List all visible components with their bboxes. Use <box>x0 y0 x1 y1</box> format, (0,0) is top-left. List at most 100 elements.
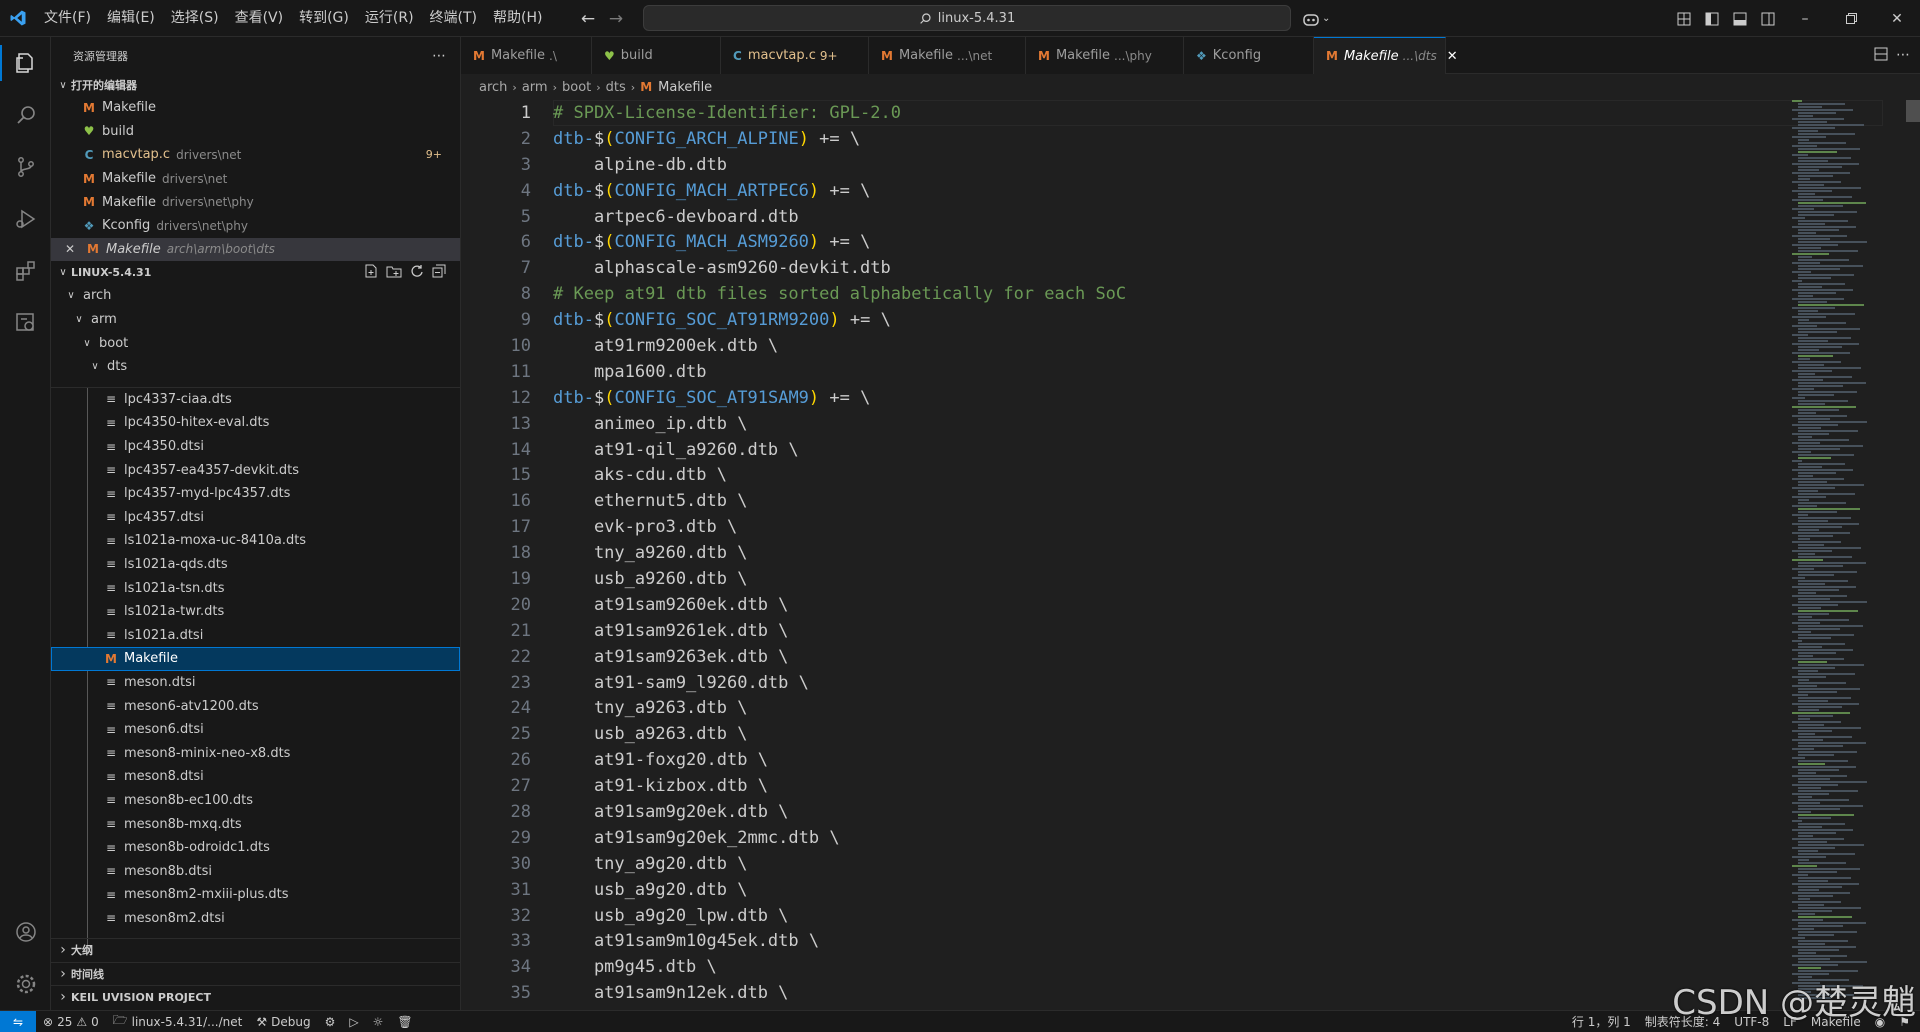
file-item[interactable]: ≡ meson8b-ec100.dts <box>51 789 460 813</box>
more-actions-icon[interactable]: ⋯ <box>1896 47 1910 63</box>
folder-item[interactable]: ∨ dts <box>51 355 460 379</box>
copilot-button[interactable]: ⌄ <box>1302 0 1330 37</box>
open-editor-item[interactable]: ✕ M Makefile arch\arm\boot\dts <box>51 237 460 262</box>
manage-gear-icon[interactable] <box>0 958 51 1010</box>
editor-tab[interactable]: ❖ Kconfig <box>1184 37 1314 74</box>
run-debug-icon[interactable] <box>0 193 51 245</box>
back-arrow-icon[interactable]: ← <box>574 9 602 29</box>
open-editors-header[interactable]: ∨ 打开的编辑器 <box>51 74 460 96</box>
file-item[interactable]: ≡ ls1021a-twr.dts <box>51 600 460 624</box>
debug-status[interactable]: ⚒ Debug <box>249 1015 317 1029</box>
open-editor-item[interactable]: ❖ Kconfig drivers\net\phy <box>51 214 460 238</box>
file-item[interactable]: ≡ meson8-minix-neo-x8.dts <box>51 741 460 765</box>
forward-arrow-icon[interactable]: → <box>602 9 630 29</box>
menu-item[interactable]: 编辑(E) <box>99 0 163 37</box>
extensions-icon[interactable] <box>0 245 51 297</box>
menu-item[interactable]: 文件(F) <box>36 0 99 37</box>
breadcrumb-item[interactable]: arch <box>479 80 507 95</box>
refresh-icon[interactable] <box>410 264 424 281</box>
file-item[interactable]: ≡ meson8b-odroidc1.dts <box>51 836 460 860</box>
project-header[interactable]: ∨ LINUX-5.4.31 <box>51 261 460 284</box>
file-item[interactable]: ≡ lpc4350.dtsi <box>51 435 460 459</box>
file-item[interactable]: ≡ lpc4350-hitex-eval.dts <box>51 411 460 435</box>
editor-tab[interactable]: ♥ build <box>592 37 721 74</box>
scroll-thumb[interactable] <box>1906 100 1920 122</box>
editor-tab[interactable]: M Makefile .\ <box>461 37 592 74</box>
breadcrumb-item[interactable]: dts <box>606 80 626 95</box>
toggle-panel-icon[interactable] <box>1726 0 1754 37</box>
folder-item[interactable]: ∨ arm <box>51 308 460 332</box>
file-item[interactable]: ≡ meson8.dtsi <box>51 765 460 789</box>
menu-item[interactable]: 转到(G) <box>291 0 357 37</box>
file-item[interactable]: ≡ ls1021a-moxa-uc-8410a.dts <box>51 529 460 553</box>
menu-item[interactable]: 终端(T) <box>422 0 485 37</box>
open-editor-item[interactable]: M Makefile <box>51 96 460 120</box>
customize-layout-icon[interactable] <box>1670 0 1698 37</box>
file-item[interactable]: ≡ meson8b-mxq.dts <box>51 812 460 836</box>
editor-tab[interactable]: Cmacvtap.c 9+ <box>721 37 869 74</box>
file-item[interactable]: ≡ meson6-atv1200.dts <box>51 694 460 718</box>
file-item[interactable]: ≡ ls1021a-qds.dts <box>51 553 460 577</box>
file-item[interactable]: ≡ ls1021a.dtsi <box>51 623 460 647</box>
editor-tab[interactable]: M Makefile ...\dts ✕ <box>1314 37 1458 74</box>
file-item[interactable]: ≡ lpc4357-myd-lpc4357.dts <box>51 482 460 506</box>
file-item[interactable]: ≡ meson8b.dtsi <box>51 859 460 883</box>
more-actions-icon[interactable]: ⋯ <box>432 48 446 64</box>
minimap[interactable] <box>1792 100 1902 1010</box>
open-editor-item[interactable]: M Makefile drivers\net\phy <box>51 190 460 214</box>
toggle-primary-sidebar-icon[interactable] <box>1698 0 1726 37</box>
explorer-icon[interactable] <box>0 37 51 89</box>
menu-item[interactable]: 查看(V) <box>227 0 292 37</box>
remote-indicator-icon[interactable]: ⇋ <box>0 1010 36 1032</box>
source-control-icon[interactable] <box>0 141 51 193</box>
file-item[interactable]: ≡ ls1021a-tsn.dts <box>51 576 460 600</box>
folder-item[interactable]: ∨ boot <box>51 331 460 355</box>
search-view-icon[interactable] <box>0 89 51 141</box>
menu-item[interactable]: 运行(R) <box>357 0 422 37</box>
new-folder-icon[interactable] <box>386 264 402 281</box>
open-editor-item[interactable]: ♥ build <box>51 120 460 144</box>
file-item[interactable]: ≡ lpc4357-ea4357-devkit.dts <box>51 458 460 482</box>
close-icon[interactable]: ✕ <box>65 242 81 256</box>
file-item[interactable]: ≡ lpc4337-ciaa.dts <box>51 388 460 412</box>
folder-item[interactable]: ∨ arch <box>51 284 460 308</box>
trash-icon[interactable]: 🗑 <box>390 1015 419 1029</box>
minimize-icon[interactable]: – <box>1782 0 1828 37</box>
close-tab-icon[interactable]: ✕ <box>1447 49 1458 64</box>
file-item[interactable]: ≡ meson6.dtsi <box>51 718 460 742</box>
folder-status[interactable]: 🗁 linux-5.4.31/.../net <box>106 1011 250 1032</box>
open-editor-item[interactable]: M Makefile drivers\net <box>51 167 460 191</box>
new-file-icon[interactable] <box>364 264 378 281</box>
editor-scrollbar[interactable] <box>1906 100 1920 1010</box>
file-item[interactable]: M Makefile <box>51 647 460 671</box>
remote-explorer-icon[interactable] <box>0 297 51 349</box>
file-item[interactable]: ≡ meson.dtsi <box>51 671 460 695</box>
menu-item[interactable]: 选择(S) <box>163 0 227 37</box>
split-editor-icon[interactable] <box>1874 46 1888 65</box>
cursor-position[interactable]: 行 1，列 1 <box>1565 1013 1638 1030</box>
debug-bug-icon[interactable]: ☼ <box>366 1015 391 1029</box>
code-editor[interactable]: 1 # SPDX-License-Identifier: GPL-2.0 2 dtb-… <box>461 100 1920 1010</box>
file-item[interactable]: ≡ meson8m2-mxiii-plus.dts <box>51 883 460 907</box>
build-gear-icon[interactable]: ⚙ <box>318 1015 343 1029</box>
toggle-secondary-sidebar-icon[interactable] <box>1754 0 1782 37</box>
restore-icon[interactable] <box>1828 0 1874 37</box>
editor-tab[interactable]: M Makefile ...\net <box>869 37 1026 74</box>
collapse-all-icon[interactable] <box>432 264 446 281</box>
collapsed-section-header[interactable]: › 大纲 <box>51 938 460 962</box>
breadcrumb-item[interactable]: arm <box>522 80 548 95</box>
accounts-icon[interactable] <box>0 906 51 958</box>
breadcrumb-item[interactable]: Makefile <box>658 80 712 95</box>
breadcrumb-item[interactable]: boot <box>562 80 591 95</box>
command-center-search[interactable]: linux-5.4.31 <box>643 5 1291 31</box>
menu-item[interactable]: 帮助(H) <box>485 0 550 37</box>
collapsed-section-header[interactable]: › KEIL UVISION PROJECT <box>51 985 460 1009</box>
file-item[interactable]: ≡ meson8m2.dtsi <box>51 907 460 931</box>
close-window-icon[interactable]: ✕ <box>1874 0 1920 37</box>
open-editor-item[interactable]: Cmacvtap.c drivers\net 9+ <box>51 143 460 167</box>
collapsed-section-header[interactable]: › 时间线 <box>51 961 460 986</box>
editor-tab[interactable]: M Makefile ...\phy <box>1026 37 1184 74</box>
problems-status[interactable]: ⊗ 25 ⚠ 0 <box>36 1015 106 1029</box>
run-triangle-icon[interactable]: ▷ <box>342 1015 365 1029</box>
file-item[interactable]: ≡ lpc4357.dtsi <box>51 506 460 530</box>
